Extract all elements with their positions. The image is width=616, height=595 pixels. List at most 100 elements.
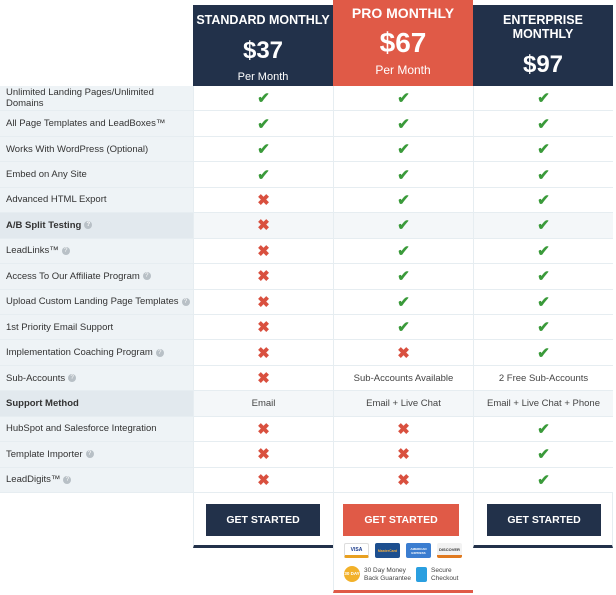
- feature-cell: ✖: [193, 442, 333, 467]
- feature-label: Template Importer?: [0, 442, 193, 467]
- feature-cell: ✖: [333, 340, 473, 365]
- feature-name: Unlimited Landing Pages/Unlimited Domain…: [6, 87, 154, 110]
- cross-icon: ✖: [257, 217, 270, 235]
- feature-cell: ✔: [473, 136, 613, 162]
- feature-name: All Page Templates and LeadBoxes™: [6, 118, 166, 130]
- feature-name: Embed on Any Site: [6, 169, 87, 181]
- lock-icon: [416, 567, 427, 582]
- feature-row: Advanced HTML Export ✖ ✔ ✔: [0, 187, 613, 214]
- help-icon[interactable]: ?: [84, 221, 93, 230]
- check-icon: ✔: [397, 166, 410, 184]
- feature-label: A/B Split Testing?: [0, 213, 193, 238]
- feature-row: Support Method Email Email + Live Chat Emai…: [0, 391, 613, 417]
- feature-cell: ✔: [333, 264, 473, 289]
- feature-cell: ✔: [473, 162, 613, 187]
- feature-cell: ✔: [333, 187, 473, 213]
- check-icon: ✔: [537, 268, 550, 286]
- cross-icon: ✖: [257, 293, 270, 311]
- feature-label: Embed on Any Site: [0, 162, 193, 187]
- feature-name: LeadDigits™: [6, 474, 61, 486]
- feature-name: 1st Priority Email Support: [6, 321, 114, 333]
- check-icon: ✔: [257, 115, 270, 133]
- check-icon: ✔: [537, 242, 550, 260]
- cross-icon: ✖: [397, 420, 410, 438]
- cross-icon: ✖: [397, 471, 410, 489]
- feature-cell: ✖: [333, 442, 473, 467]
- check-icon: ✔: [537, 141, 550, 159]
- feature-row: Implementation Coaching Program? ✖ ✖ ✔: [0, 340, 613, 366]
- feature-name: Advanced HTML Export: [6, 194, 107, 206]
- plan-price: $37: [242, 37, 284, 64]
- plan-header-pro: PRO MONTHLY $67 Per Month: [333, 0, 473, 86]
- check-icon: ✔: [397, 115, 410, 133]
- feature-cell: ✖: [193, 238, 333, 264]
- feature-table: Unlimited Landing Pages/Unlimited Domain…: [0, 86, 613, 493]
- help-icon[interactable]: ?: [155, 348, 164, 357]
- feature-cell: ✖: [193, 187, 333, 213]
- check-icon: ✔: [257, 166, 270, 184]
- feature-cell: ✔: [333, 213, 473, 238]
- check-icon: ✔: [537, 446, 550, 464]
- plan-price: $67: [379, 27, 427, 58]
- feature-cell: 2 Free Sub-Accounts: [473, 365, 613, 391]
- check-icon: ✔: [537, 90, 550, 108]
- help-icon[interactable]: ?: [61, 246, 70, 255]
- feature-cell: ✔: [333, 136, 473, 162]
- feature-cell: ✔: [333, 86, 473, 111]
- check-icon: ✔: [397, 242, 410, 260]
- feature-name: Template Importer: [6, 448, 83, 460]
- feature-cell: ✔: [333, 314, 473, 340]
- feature-cell: ✔: [473, 340, 613, 365]
- check-icon: ✔: [257, 90, 270, 108]
- feature-name: Support Method: [6, 397, 79, 409]
- feature-row: HubSpot and Salesforce Integration ✖ ✖ ✔: [0, 416, 613, 443]
- feature-label: All Page Templates and LeadBoxes™: [0, 111, 193, 136]
- cross-icon: ✖: [257, 446, 270, 464]
- feature-name: LeadLinks™: [6, 245, 59, 257]
- feature-cell: ✖: [193, 467, 333, 492]
- feature-cell: ✔: [473, 442, 613, 467]
- feature-row: 1st Priority Email Support ✖ ✔ ✔: [0, 314, 613, 341]
- check-icon: ✔: [537, 115, 550, 133]
- feature-cell: ✔: [473, 467, 613, 492]
- check-icon: ✔: [537, 319, 550, 337]
- cross-icon: ✖: [257, 471, 270, 489]
- feature-cell: ✔: [473, 238, 613, 264]
- help-icon[interactable]: ?: [63, 475, 72, 484]
- feature-cell: ✔: [473, 187, 613, 213]
- payment-cards: VISA MasterCard AMERICAN EXPRESS DISCOVE…: [344, 543, 462, 558]
- check-icon: ✔: [397, 319, 410, 337]
- feature-cell: ✔: [473, 314, 613, 340]
- check-icon: ✔: [537, 191, 550, 209]
- plan-header-enterprise: ENTERPRISE MONTHLY $97 Per Month: [473, 5, 613, 97]
- feature-cell: ✔: [333, 238, 473, 264]
- feature-label: Unlimited Landing Pages/Unlimited Domain…: [0, 86, 193, 111]
- help-icon[interactable]: ?: [142, 272, 151, 281]
- feature-cell: ✖: [193, 289, 333, 314]
- help-icon[interactable]: ?: [85, 450, 94, 459]
- feature-row: Upload Custom Landing Page Templates? ✖ ✔ ✔: [0, 289, 613, 315]
- check-icon: ✔: [537, 166, 550, 184]
- plan-header-standard: STANDARD MONTHLY $37 Per Month: [193, 5, 333, 86]
- feature-cell: ✖: [193, 340, 333, 365]
- check-icon: ✔: [537, 293, 550, 311]
- feature-label: Advanced HTML Export: [0, 187, 193, 213]
- help-icon[interactable]: ?: [68, 374, 77, 383]
- feature-row: Template Importer? ✖ ✖ ✔: [0, 442, 613, 468]
- feature-cell: ✔: [473, 289, 613, 314]
- get-started-standard-button[interactable]: GET STARTED: [206, 504, 320, 536]
- feature-cell: Email + Live Chat + Phone: [473, 391, 613, 416]
- get-started-pro-button[interactable]: GET STARTED: [343, 504, 459, 536]
- feature-label: Access To Our Affiliate Program?: [0, 264, 193, 289]
- feature-cell: ✖: [193, 365, 333, 391]
- secure-checkout-text: Secure Checkout: [431, 567, 459, 582]
- feature-cell: ✖: [193, 416, 333, 442]
- help-icon[interactable]: ?: [181, 297, 190, 306]
- get-started-enterprise-button[interactable]: GET STARTED: [487, 504, 601, 536]
- cross-icon: ✖: [257, 191, 270, 209]
- feature-row: Access To Our Affiliate Program? ✖ ✔ ✔: [0, 264, 613, 290]
- plan-title: PRO MONTHLY: [351, 5, 455, 21]
- check-icon: ✔: [537, 217, 550, 235]
- feature-cell: Sub-Accounts Available: [333, 365, 473, 391]
- feature-cell: ✔: [473, 416, 613, 442]
